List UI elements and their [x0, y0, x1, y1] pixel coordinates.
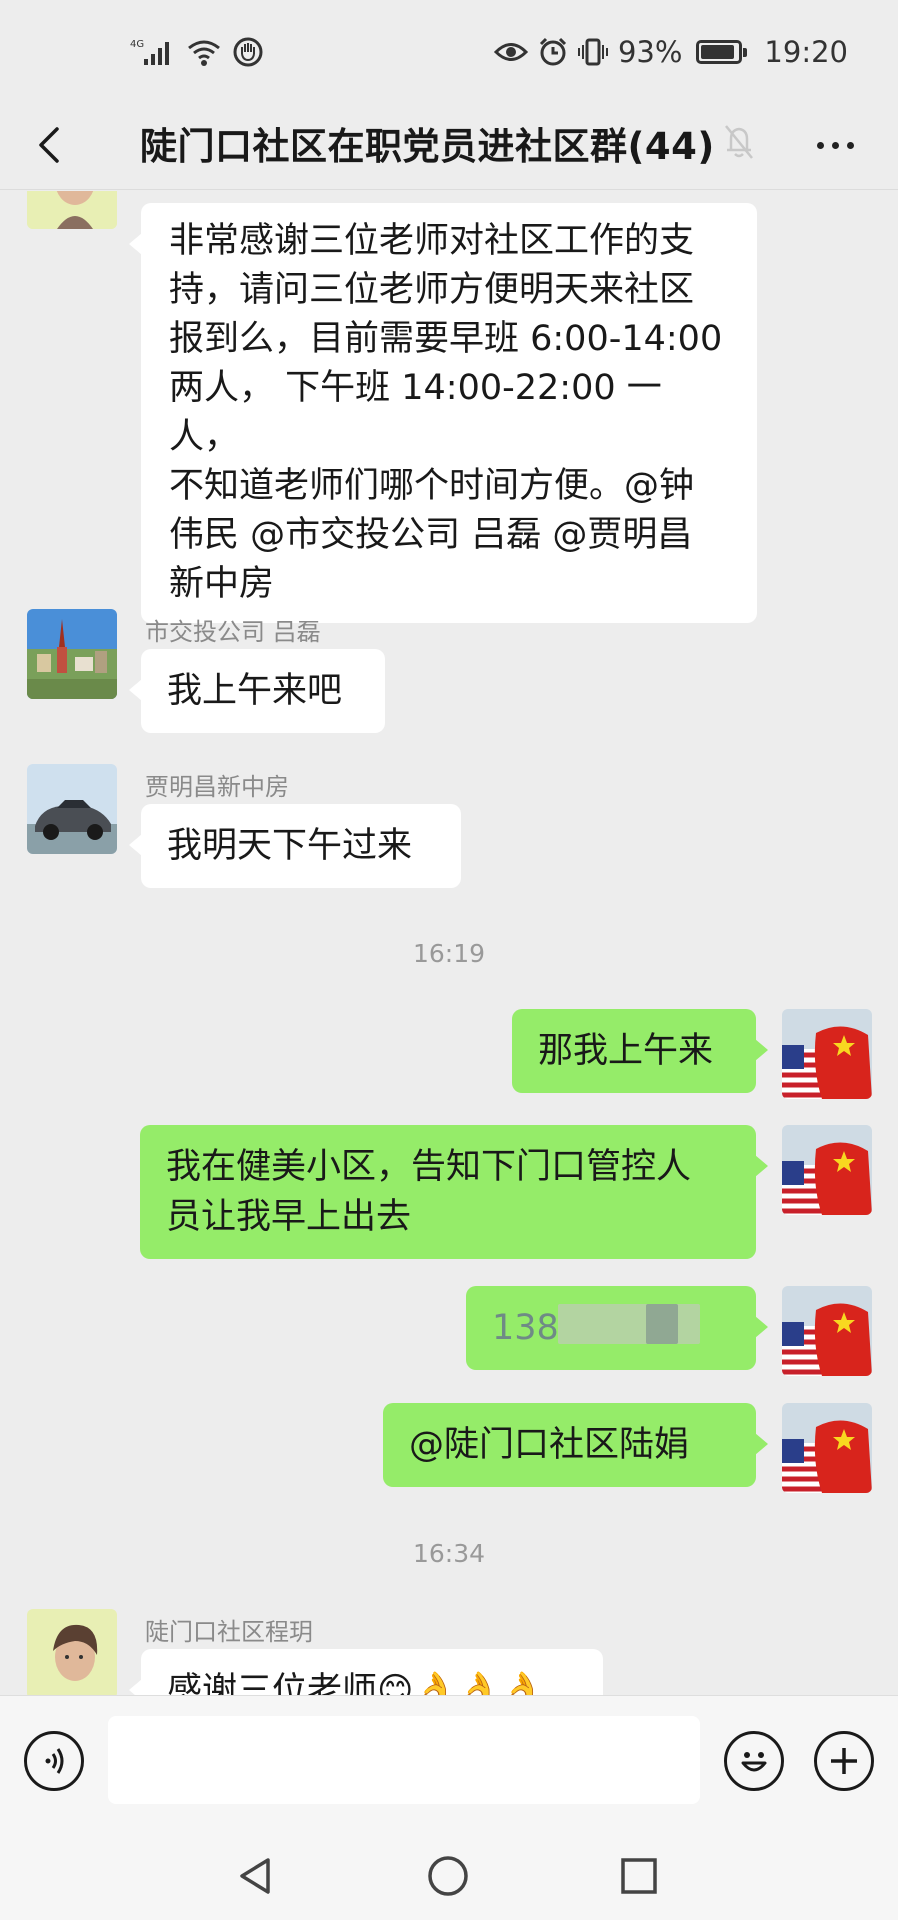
system-nav-bar	[0, 1830, 898, 1920]
status-bar: 4G 93% 19:20	[0, 0, 898, 100]
avatar-flags-image	[782, 1009, 872, 1099]
message-text: 138	[492, 1308, 559, 1348]
chat-title: 陡门口社区在职党员进社区群(44)	[140, 125, 715, 168]
nav-home-button[interactable]	[418, 1846, 478, 1906]
message-bubble[interactable]: @陡门口社区陆娟	[383, 1403, 768, 1487]
message-bubble[interactable]: 我明天下午过来	[129, 804, 461, 888]
message-bubble[interactable]: 那我上午来	[512, 1009, 768, 1093]
avatar-self[interactable]	[782, 1403, 872, 1493]
message-bubble[interactable]: 我上午来吧	[129, 649, 385, 733]
avatar[interactable]	[27, 609, 117, 699]
avatar[interactable]	[27, 764, 117, 854]
status-left: 4G	[130, 34, 264, 70]
network-label: 4G	[130, 39, 144, 50]
avatar-self[interactable]	[782, 1125, 872, 1215]
message-line: 持，请问三位老师方便明天来社区	[169, 270, 695, 310]
status-time: 19:20	[764, 35, 848, 69]
plus-circle-icon	[831, 1748, 857, 1774]
message-text: @陡门口社区陆娟	[409, 1425, 690, 1465]
hand-icon	[232, 36, 264, 68]
avatar-girl-image	[27, 1609, 117, 1695]
message-input[interactable]	[108, 1716, 700, 1804]
nav-back-button[interactable]	[226, 1846, 286, 1906]
voice-button[interactable]	[24, 1731, 84, 1791]
vibrate-icon	[577, 37, 608, 67]
message-line: 两人， 下午班 14:00-22:00 一人，	[169, 368, 662, 457]
wifi-icon	[186, 37, 222, 67]
more-dot	[846, 141, 854, 149]
nav-recents-icon	[621, 1858, 657, 1894]
message-line: 伟民 @市交投公司 吕磊 @贾明昌	[169, 515, 693, 555]
message-line: 非常感谢三位老师对社区工作的支	[169, 221, 695, 261]
more-dots-icon	[816, 141, 824, 149]
battery-icon	[696, 40, 748, 64]
message-bubble[interactable]: 感谢三位老师😊👌👌👌	[129, 1649, 603, 1695]
back-button[interactable]	[20, 115, 80, 175]
bell-muted-icon	[722, 122, 756, 166]
sender-name: 陡门口社区程玥	[145, 1618, 313, 1646]
message-text: 我上午来吧	[167, 671, 343, 711]
message-text: 我明天下午过来	[167, 826, 413, 866]
timestamp: 16:34	[412, 1539, 486, 1568]
redaction-blur	[558, 1304, 700, 1344]
message-line: 不知道老师们哪个时间方便。@钟	[169, 466, 695, 506]
avatar-girl-image	[27, 191, 117, 229]
redaction-blur	[646, 1304, 678, 1344]
nav-home-icon	[428, 1856, 468, 1896]
status-right: 93% 19:20	[493, 32, 848, 72]
avatar-town-image	[27, 609, 117, 699]
alarm-icon	[538, 37, 568, 67]
emoji-button[interactable]	[724, 1731, 784, 1791]
message-bubble[interactable]: 138	[466, 1286, 768, 1370]
avatar-flags-image	[782, 1403, 872, 1493]
avatar-car-image	[27, 764, 117, 854]
more-dot	[831, 141, 839, 149]
timestamp: 16:19	[412, 939, 486, 968]
message-line: 员让我早上出去	[166, 1197, 412, 1237]
add-button[interactable]	[814, 1731, 874, 1791]
signal-icon: 4G	[130, 37, 176, 67]
message-line: 我在健美小区，告知下门口管控人	[166, 1147, 692, 1187]
message-line: 报到么，目前需要早班 6:00-14:00	[169, 319, 723, 359]
message-bubble[interactable]: 非常感谢三位老师对社区工作的支 持，请问三位老师方便明天来社区 报到么，目前需要…	[129, 203, 757, 623]
message-line: 新中房	[169, 564, 275, 604]
chevron-left-icon	[39, 127, 59, 163]
nav-recents-button[interactable]	[609, 1846, 669, 1906]
chat-header: 陡门口社区在职党员进社区群(44)	[0, 100, 898, 190]
battery-level	[701, 45, 735, 59]
voice-icon	[45, 1748, 64, 1774]
eye-icon	[493, 41, 528, 63]
emoji-icon	[741, 1752, 767, 1772]
avatar-flags-image	[782, 1286, 872, 1376]
battery-percent: 93%	[617, 35, 683, 69]
nav-back-icon	[240, 1858, 270, 1894]
input-bar	[0, 1695, 898, 1830]
avatar[interactable]	[27, 191, 117, 229]
avatar-self[interactable]	[782, 1286, 872, 1376]
avatar-self[interactable]	[782, 1009, 872, 1099]
message-bubble[interactable]: 我在健美小区，告知下门口管控人 员让我早上出去	[140, 1125, 768, 1259]
message-text: 那我上午来	[538, 1031, 714, 1071]
avatar-flags-image	[782, 1125, 872, 1215]
chat-messages[interactable]: 非常感谢三位老师对社区工作的支 持，请问三位老师方便明天来社区 报到么，目前需要…	[0, 191, 898, 1695]
sender-name: 贾明昌新中房	[145, 773, 289, 801]
message-text: 感谢三位老师😊👌👌👌	[167, 1671, 545, 1695]
more-button[interactable]	[800, 115, 870, 175]
avatar[interactable]	[27, 1609, 117, 1695]
sender-name: 市交投公司 吕磊	[145, 618, 321, 646]
